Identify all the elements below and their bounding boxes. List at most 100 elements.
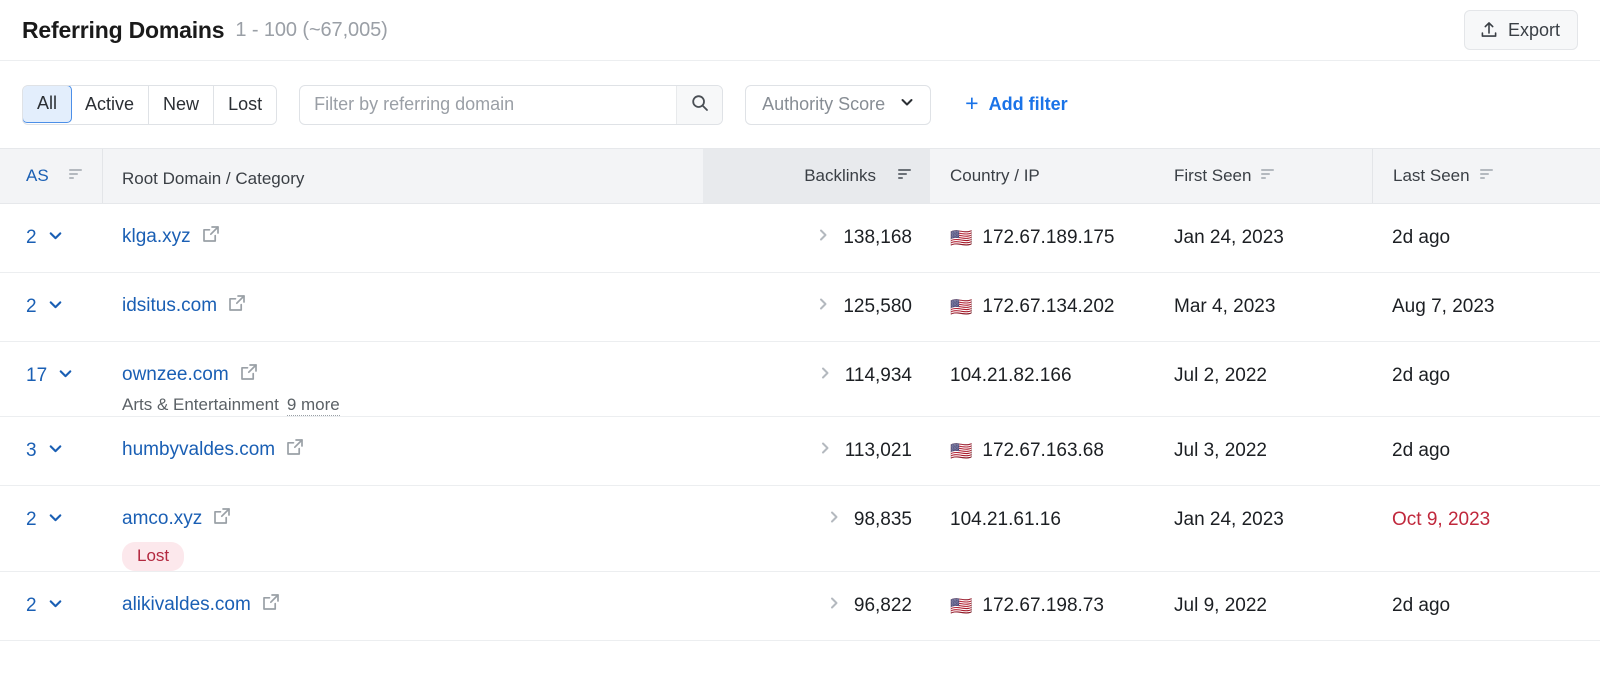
domain-link[interactable]: humbyvaldes.com xyxy=(122,439,275,461)
add-filter-button[interactable]: + Add filter xyxy=(965,92,1068,115)
cell-backlinks[interactable]: 96,822 xyxy=(703,572,930,640)
chevron-down-icon[interactable] xyxy=(47,296,64,319)
segment-new[interactable]: New xyxy=(149,85,215,124)
ip-address: 172.67.134.202 xyxy=(982,296,1115,317)
backlinks-value: 125,580 xyxy=(843,296,912,317)
cell-authority-score[interactable]: 2 xyxy=(0,572,103,640)
expand-chevron-icon[interactable] xyxy=(815,227,831,249)
cell-root-domain: klga.xyz xyxy=(103,204,703,272)
backlinks-value: 98,835 xyxy=(853,509,912,530)
status-badge: Lost xyxy=(122,542,185,571)
sort-icon[interactable] xyxy=(897,166,912,186)
chevron-down-icon[interactable] xyxy=(57,365,74,388)
backlinks-value: 113,021 xyxy=(844,440,912,461)
first-seen-date: Jul 9, 2022 xyxy=(1174,595,1267,616)
sort-icon[interactable] xyxy=(1479,166,1494,186)
first-seen-date: Jul 3, 2022 xyxy=(1174,440,1267,461)
country-flag-icon: 🇺🇸 xyxy=(950,441,973,461)
chevron-down-icon[interactable] xyxy=(47,509,64,532)
authority-score-select[interactable]: Authority Score xyxy=(745,84,932,125)
last-seen-date: Aug 7, 2023 xyxy=(1392,296,1495,317)
chevron-down-icon xyxy=(899,94,915,115)
cell-last-seen: Oct 9, 2023 xyxy=(1372,486,1600,554)
cell-backlinks[interactable]: 138,168 xyxy=(703,204,930,272)
expand-chevron-icon[interactable] xyxy=(817,440,833,462)
domain-link[interactable]: amco.xyz xyxy=(122,508,202,530)
segment-active[interactable]: Active xyxy=(71,85,150,124)
chevron-down-icon[interactable] xyxy=(47,440,64,463)
table-row: 17 ownzee.com Arts & Entertainment 9 more 11… xyxy=(0,342,1600,417)
cell-backlinks[interactable]: 113,021 xyxy=(703,417,930,485)
external-link-icon[interactable] xyxy=(201,224,221,250)
status-segmented-control[interactable]: All Active New Lost xyxy=(22,84,278,125)
external-link-icon[interactable] xyxy=(212,506,232,532)
expand-chevron-icon[interactable] xyxy=(817,365,833,387)
authority-score-value: 17 xyxy=(26,365,48,386)
ip-address: 172.67.198.73 xyxy=(982,595,1104,616)
authority-score-value: 2 xyxy=(26,227,37,248)
column-header-as[interactable]: AS xyxy=(0,149,103,203)
add-filter-label: Add filter xyxy=(988,94,1068,114)
cell-authority-score[interactable]: 3 xyxy=(0,417,103,485)
filter-toolbar: All Active New Lost Authority Score + Ad… xyxy=(0,61,1600,148)
cell-first-seen: Jan 24, 2023 xyxy=(1154,486,1372,554)
more-categories-link[interactable]: 9 more xyxy=(286,395,340,416)
export-button[interactable]: Export xyxy=(1463,10,1578,50)
cell-last-seen: 2d ago xyxy=(1372,417,1600,485)
domain-link[interactable]: ownzee.com xyxy=(122,364,229,386)
ip-address: 104.21.82.166 xyxy=(950,365,1072,386)
cell-last-seen: 2d ago xyxy=(1372,572,1600,640)
upload-icon xyxy=(1479,20,1499,40)
expand-chevron-icon[interactable] xyxy=(826,595,842,617)
domain-link[interactable]: alikivaldes.com xyxy=(122,594,251,616)
first-seen-date: Jan 24, 2023 xyxy=(1174,227,1284,248)
sort-icon[interactable] xyxy=(1260,166,1275,186)
column-label-as: AS xyxy=(26,166,49,185)
column-label-first-seen: First Seen xyxy=(1174,166,1252,185)
column-label-country: Country / IP xyxy=(950,166,1040,185)
last-seen-date: 2d ago xyxy=(1392,365,1451,386)
chevron-down-icon[interactable] xyxy=(47,227,64,250)
search-button[interactable] xyxy=(676,85,723,124)
cell-country-ip: 🇺🇸 172.67.163.68 xyxy=(930,417,1154,485)
column-label-domain: Root Domain / Category xyxy=(122,169,305,188)
first-seen-date: Jan 24, 2023 xyxy=(1174,509,1284,530)
cell-authority-score[interactable]: 2 xyxy=(0,273,103,341)
column-header-first-seen[interactable]: First Seen xyxy=(1154,149,1372,203)
domain-link[interactable]: idsitus.com xyxy=(122,295,217,317)
sort-icon[interactable] xyxy=(68,166,83,186)
cell-country-ip: 104.21.82.166 xyxy=(930,342,1154,410)
search-input[interactable] xyxy=(300,85,677,124)
first-seen-date: Jul 2, 2022 xyxy=(1174,365,1267,386)
column-header-last-seen[interactable]: Last Seen xyxy=(1372,149,1600,203)
authority-score-value: 2 xyxy=(26,509,37,530)
expand-chevron-icon[interactable] xyxy=(826,509,842,531)
column-label-last-seen: Last Seen xyxy=(1393,166,1470,185)
cell-backlinks[interactable]: 125,580 xyxy=(703,273,930,341)
last-seen-date: 2d ago xyxy=(1392,595,1451,616)
cell-backlinks[interactable]: 98,835 xyxy=(703,486,930,554)
cell-authority-score[interactable]: 2 xyxy=(0,204,103,272)
chevron-down-icon[interactable] xyxy=(47,595,64,618)
external-link-icon[interactable] xyxy=(239,362,259,388)
cell-root-domain: idsitus.com xyxy=(103,273,703,341)
cell-authority-score[interactable]: 17 xyxy=(0,342,103,410)
backlinks-value: 96,822 xyxy=(853,595,912,616)
domain-link[interactable]: klga.xyz xyxy=(122,226,191,248)
segment-all[interactable]: All xyxy=(23,85,73,123)
external-link-icon[interactable] xyxy=(227,293,247,319)
cell-country-ip: 104.21.61.16 xyxy=(930,486,1154,554)
authority-score-value: 3 xyxy=(26,440,37,461)
external-link-icon[interactable] xyxy=(261,592,281,618)
search-box[interactable] xyxy=(299,84,724,125)
expand-chevron-icon[interactable] xyxy=(815,296,831,318)
external-link-icon[interactable] xyxy=(285,437,305,463)
cell-authority-score[interactable]: 2 xyxy=(0,486,103,554)
export-label: Export xyxy=(1507,19,1560,40)
ip-address: 172.67.163.68 xyxy=(982,440,1104,461)
segment-lost[interactable]: Lost xyxy=(214,85,277,124)
cell-root-domain: amco.xyz Lost xyxy=(103,486,703,571)
column-header-backlinks[interactable]: Backlinks xyxy=(703,149,930,203)
cell-last-seen: Aug 7, 2023 xyxy=(1372,273,1600,341)
cell-backlinks[interactable]: 114,934 xyxy=(703,342,930,410)
